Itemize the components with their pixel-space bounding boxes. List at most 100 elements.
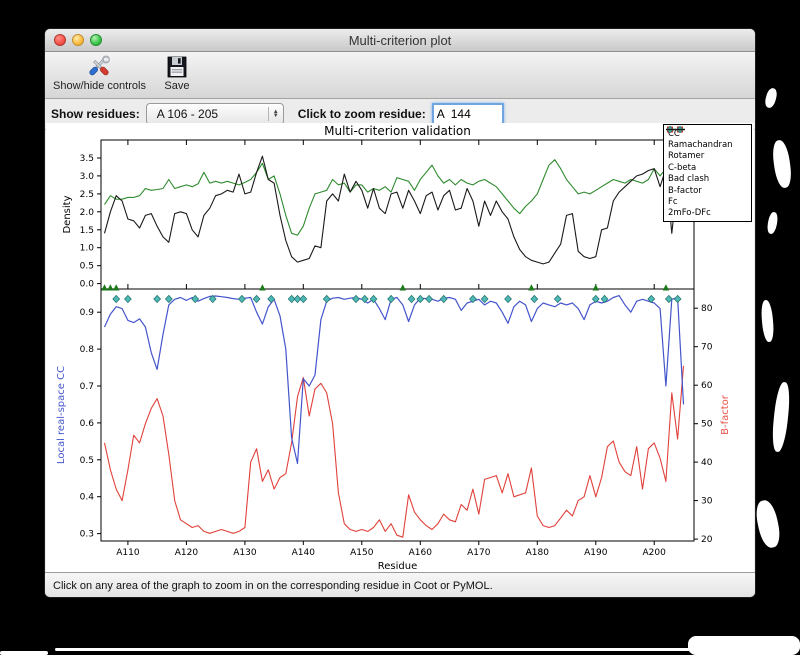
rotamer-outlier-marker: [107, 284, 114, 291]
show-hide-controls-label: Show/hide controls: [53, 80, 146, 92]
svg-text:A120: A120: [175, 548, 199, 558]
status-bar: Click on any area of the graph to zoom i…: [45, 572, 755, 597]
bad-clash-marker: [352, 294, 360, 304]
bad-clash-marker: [164, 294, 173, 304]
density-axis-label: Density: [62, 195, 73, 233]
bad-clash-marker: [480, 294, 489, 304]
legend-label: Rotamer: [668, 151, 705, 162]
svg-text:60: 60: [701, 381, 713, 391]
svg-text:80: 80: [701, 304, 713, 314]
svg-text:2.0: 2.0: [80, 208, 95, 218]
svg-text:40: 40: [701, 458, 713, 468]
minimize-button[interactable]: [72, 34, 84, 46]
edge-artifact: [688, 636, 800, 655]
cc-axis-label: Local real-space CC: [56, 366, 67, 464]
svg-text:0.4: 0.4: [80, 493, 95, 503]
window-controls: [54, 34, 102, 46]
svg-text:0.8: 0.8: [80, 345, 95, 355]
zoom-button[interactable]: [90, 34, 102, 46]
svg-text:30: 30: [701, 497, 713, 507]
bad-clash-marker: [407, 294, 416, 304]
svg-text:A160: A160: [409, 548, 433, 558]
legend-label: C-beta: [668, 162, 697, 173]
residue-range-value: A 106 - 205: [156, 107, 219, 121]
bad-clash-marker: [439, 294, 448, 304]
svg-text:0.6: 0.6: [80, 419, 95, 429]
bad-clash-marker: [387, 294, 395, 304]
residue-axis-label: Residue: [378, 561, 417, 572]
svg-text:70: 70: [701, 343, 713, 353]
svg-text:0.3: 0.3: [80, 530, 94, 540]
bad-clash-marker: [553, 294, 562, 304]
legend-label: Fc: [668, 197, 678, 208]
bad-clash-marker: [673, 294, 682, 304]
rotamer-outlier-marker: [399, 284, 406, 291]
plot-canvas[interactable]: Multi-criterion validation Density Local r…: [46, 123, 754, 572]
svg-text:0.7: 0.7: [80, 382, 94, 392]
bad-clash-marker: [299, 294, 308, 304]
svg-text:A110: A110: [116, 548, 140, 558]
stepper-arrows-icon: ▲ ▼: [267, 107, 279, 121]
chart-title: Multi-criterion validation: [324, 124, 471, 138]
legend-item-b-factor: B-factor: [666, 128, 749, 196]
plot-legend: CC Ramachandran Rotamer C-beta Bad clash B-fa…: [663, 124, 752, 223]
bad-clash-marker: [238, 294, 246, 304]
save-label: Save: [164, 80, 190, 92]
svg-text:3.5: 3.5: [80, 154, 94, 164]
svg-text:A200: A200: [643, 548, 667, 558]
rotamer-outlier-marker: [592, 284, 599, 291]
bad-clash-marker: [360, 294, 369, 304]
rotamer-outlier-marker: [662, 284, 670, 291]
residue-range-select[interactable]: A 106 - 205 ▲ ▼: [145, 103, 284, 125]
svg-text:1.5: 1.5: [80, 226, 94, 236]
zoom-residue-label: Click to zoom residue:: [297, 107, 426, 121]
edge-artifact: [763, 87, 779, 109]
save-button[interactable]: Save: [162, 54, 192, 92]
app-window: Multi-criterion plot Show/hide controls: [44, 28, 756, 598]
status-text: Click on any area of the graph to zoom i…: [53, 580, 493, 592]
svg-text:0.0: 0.0: [80, 280, 95, 290]
edge-artifact: [55, 648, 690, 651]
bad-clash-marker: [124, 294, 132, 304]
zoom-residue-input[interactable]: [431, 103, 504, 125]
svg-text:A140: A140: [292, 548, 316, 558]
title-bar[interactable]: Multi-criterion plot: [45, 29, 755, 52]
legend-item-bad-clash: Bad clash: [666, 125, 749, 185]
svg-text:3.0: 3.0: [80, 172, 95, 182]
window-title: Multi-criterion plot: [348, 32, 452, 48]
bfactor-axis-label: B-factor: [720, 394, 731, 435]
close-button[interactable]: [54, 34, 66, 46]
legend-item-ramachandran: Ramachandran: [667, 126, 749, 151]
bad-clash-marker: [267, 294, 276, 304]
bad-clash-marker: [425, 294, 433, 304]
rotamer-outlier-marker: [101, 284, 108, 291]
screenshot-root: { "window": { "title": "Multi-criterion …: [0, 0, 800, 655]
svg-text:A190: A190: [584, 548, 608, 558]
svg-text:1.0: 1.0: [80, 244, 95, 254]
show-hide-controls-button[interactable]: Show/hide controls: [51, 54, 148, 92]
rotamer-outlier-marker: [259, 284, 266, 291]
tools-icon: [86, 54, 112, 80]
legend-item-c-beta: C-beta: [667, 126, 749, 173]
legend-label: Ramachandran: [668, 140, 733, 151]
2mfo-dfc-legend-marker-icon: [666, 128, 685, 131]
svg-text:A130: A130: [233, 548, 257, 558]
edge-artifact: [770, 139, 794, 189]
rotamer-outlier-marker: [113, 284, 120, 291]
svg-text:2.5: 2.5: [80, 190, 94, 200]
edge-artifact: [770, 381, 792, 453]
svg-text:A180: A180: [526, 548, 550, 558]
bad-clash-marker: [530, 294, 539, 304]
edge-artifact: [766, 211, 779, 235]
svg-text:A170: A170: [467, 548, 491, 558]
bad-clash-marker: [153, 294, 162, 304]
multi-criterion-plot[interactable]: Multi-criterion validation Density Local r…: [46, 123, 754, 572]
svg-text:20: 20: [701, 535, 713, 545]
rotamer-outlier-marker: [528, 284, 535, 291]
toolbar: Show/hide controls Save: [45, 52, 755, 99]
bad-clash-marker: [369, 294, 378, 304]
bad-clash-marker: [322, 294, 331, 304]
bad-clash-marker: [252, 294, 261, 304]
edge-artifact: [753, 498, 783, 550]
edge-artifact: [0, 651, 48, 655]
